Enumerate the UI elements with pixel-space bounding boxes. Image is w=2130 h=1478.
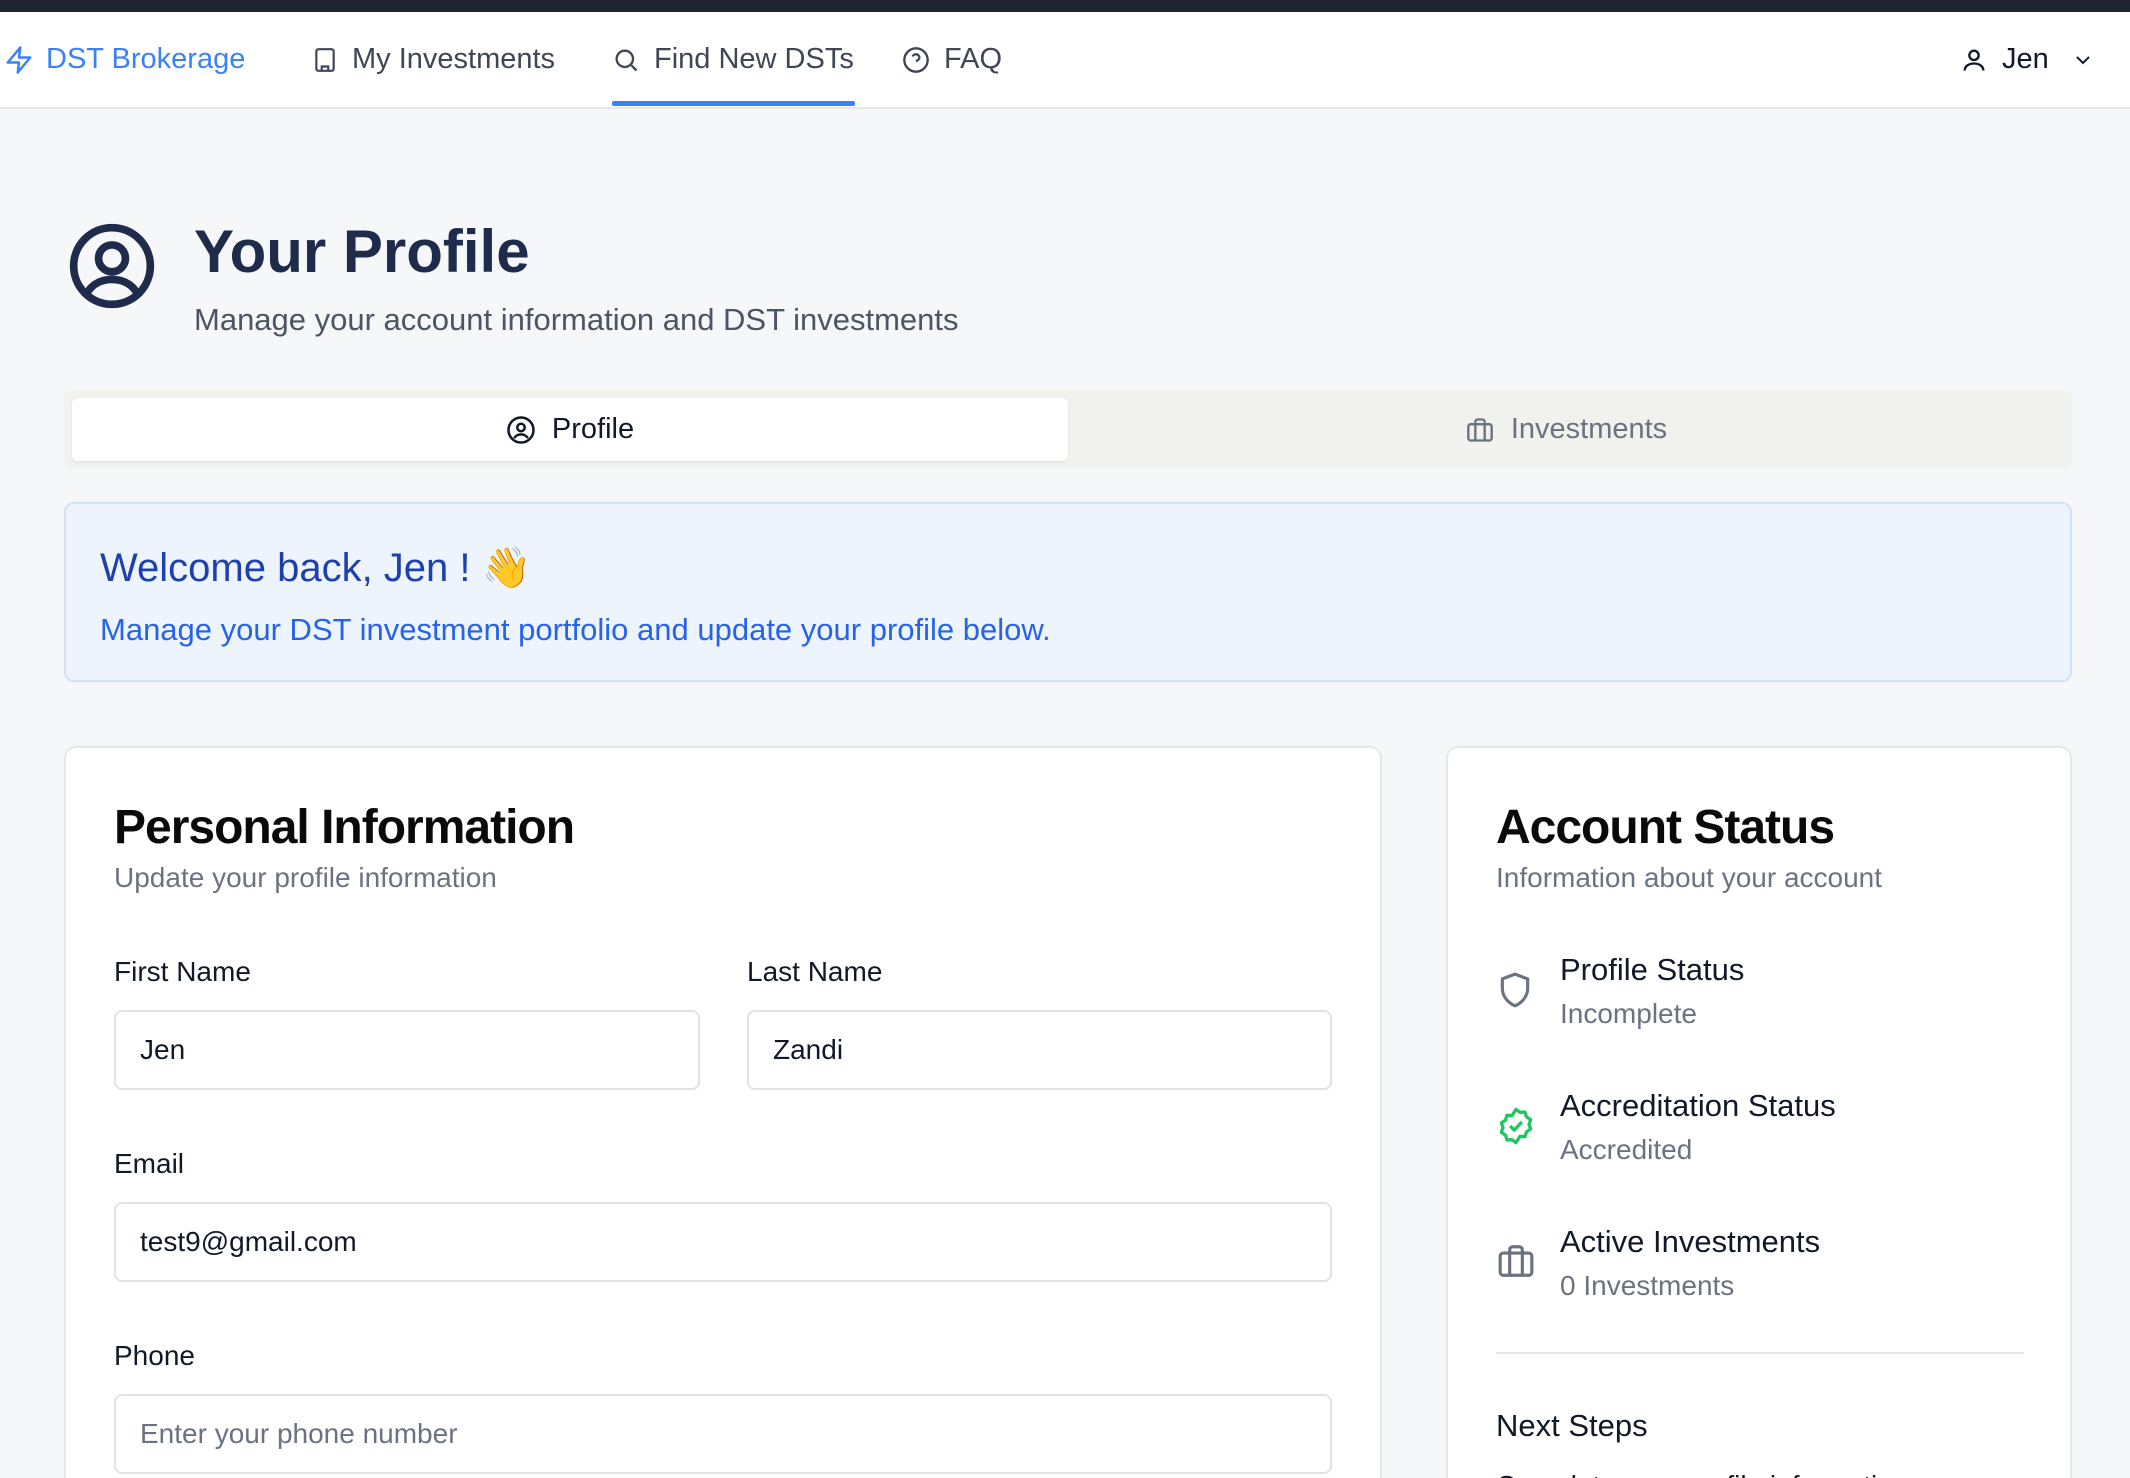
accreditation-status-label: Accreditation Status [1560, 1088, 1836, 1123]
tab-profile[interactable]: Profile [72, 398, 1068, 461]
account-status-title: Account Status [1496, 801, 1835, 854]
active-nav-indicator [612, 101, 855, 106]
tab-investments-label: Investments [1510, 413, 1668, 445]
tab-profile-label: Profile [551, 413, 635, 445]
profile-status-value: Incomplete [1560, 998, 1697, 1029]
nav-faq-label: FAQ [944, 43, 1003, 75]
account-status-card: Account Status Information about your ac… [1446, 746, 2072, 1478]
nav-my-investments-label: My Investments [352, 43, 556, 75]
briefcase-icon [1466, 417, 1493, 442]
user-icon [1963, 49, 1985, 71]
nav-my-investments[interactable]: My Investments [312, 12, 555, 107]
user-circle-icon [507, 415, 535, 444]
welcome-subtitle: Manage your DST investment portfolio and… [100, 612, 1051, 647]
profile-status-item: Profile Status Incomplete [1496, 952, 2036, 1032]
personal-information-card: Personal Information Update your profile… [64, 746, 1382, 1478]
lightning-icon [6, 45, 32, 74]
last-name-label: Last Name [747, 956, 883, 987]
personal-info-title: Personal Information [114, 801, 575, 854]
top-navbar: DST Brokerage My Investments Find New DS… [0, 12, 2130, 109]
page-subtitle: Manage your account information and DST … [194, 302, 959, 337]
last-name-field[interactable] [747, 1010, 1332, 1090]
user-circle-icon [69, 223, 155, 309]
user-name: Jen [2002, 43, 2049, 75]
chevron-down-icon [2076, 55, 2090, 64]
active-investments-value: 0 Investments [1560, 1270, 1735, 1301]
shield-icon [1500, 972, 1530, 1008]
nav-find-new-dsts[interactable]: Find New DSTs [612, 12, 854, 107]
building-icon [315, 47, 335, 72]
badge-check-icon [1499, 1107, 1533, 1145]
tab-investments[interactable]: Investments [1068, 398, 2064, 461]
window-top-strip [0, 0, 2130, 12]
page-title: Your Profile [194, 218, 530, 285]
profile-tabs: Profile Investments [64, 390, 2072, 469]
user-menu[interactable]: Jen [1960, 12, 2095, 107]
welcome-banner: Welcome back, Jen ! 👋 Manage your DST in… [64, 502, 2072, 682]
personal-info-subtitle: Update your profile information [114, 862, 497, 893]
first-name-label: First Name [114, 956, 251, 987]
search-icon [615, 49, 638, 71]
next-steps-heading: Next Steps [1496, 1408, 1648, 1443]
brand-link[interactable]: DST Brokerage [4, 12, 245, 107]
next-step-label: Complete your profile information [1496, 1470, 1908, 1478]
phone-field[interactable] [114, 1394, 1332, 1474]
nav-faq[interactable]: FAQ [902, 12, 1002, 107]
accreditation-status-item: Accreditation Status Accredited [1496, 1088, 2036, 1168]
email-field[interactable] [114, 1202, 1332, 1282]
status-divider [1496, 1352, 2024, 1354]
help-circle-icon [903, 46, 929, 73]
brand-label: DST Brokerage [46, 43, 246, 75]
account-status-subtitle: Information about your account [1496, 862, 1883, 893]
nav-find-new-label: Find New DSTs [654, 43, 854, 75]
page-header: Your Profile Manage your account informa… [66, 220, 959, 338]
active-investments-item: Active Investments 0 Investments [1496, 1224, 2036, 1304]
briefcase-icon [1498, 1245, 1534, 1277]
next-step-item: Complete your profile information [1496, 1470, 1908, 1478]
phone-label: Phone [114, 1340, 195, 1371]
welcome-title: Welcome back, Jen ! 👋 [100, 546, 532, 590]
profile-status-label: Profile Status [1560, 952, 1745, 987]
accreditation-status-value: Accredited [1560, 1134, 1693, 1165]
email-label: Email [114, 1148, 185, 1179]
active-investments-label: Active Investments [1560, 1224, 1821, 1259]
first-name-field[interactable] [114, 1010, 700, 1090]
